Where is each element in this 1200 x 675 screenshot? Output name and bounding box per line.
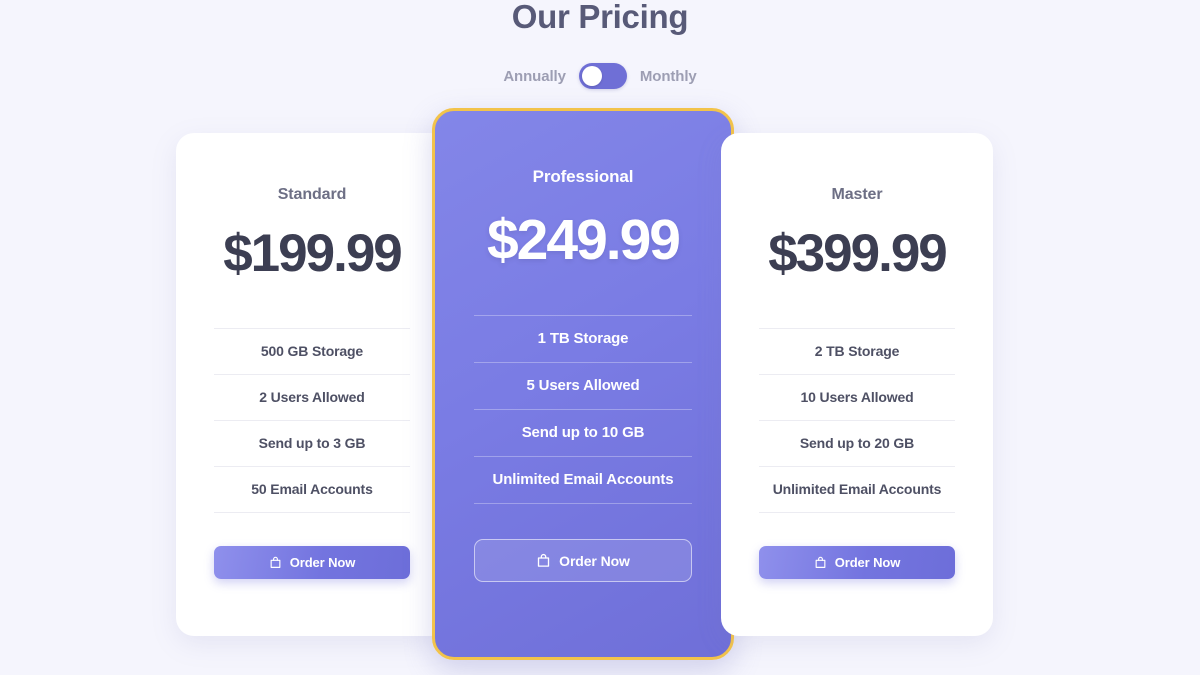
feature-item: Send up to 3 GB — [214, 420, 410, 466]
pricing-card-master[interactable]: Master $399.99 2 TB Storage 10 Users All… — [721, 133, 993, 636]
feature-item: 1 TB Storage — [474, 315, 692, 362]
feature-item: Send up to 10 GB — [474, 409, 692, 456]
order-now-label: Order Now — [290, 555, 356, 570]
plan-name: Standard — [278, 186, 347, 204]
order-now-button[interactable]: Order Now — [759, 546, 955, 579]
feature-item: 2 TB Storage — [759, 328, 955, 374]
feature-item: Send up to 20 GB — [759, 420, 955, 466]
shopping-bag-icon — [269, 556, 282, 569]
feature-item: 5 Users Allowed — [474, 362, 692, 409]
feature-item: Unlimited Email Accounts — [474, 456, 692, 504]
pricing-card-standard[interactable]: Standard $199.99 500 GB Storage 2 Users … — [176, 133, 448, 636]
feature-list: 1 TB Storage 5 Users Allowed Send up to … — [474, 315, 692, 504]
feature-item: 10 Users Allowed — [759, 374, 955, 420]
order-now-button[interactable]: Order Now — [474, 539, 692, 582]
plan-name: Professional — [533, 167, 634, 187]
order-now-label: Order Now — [559, 553, 630, 569]
feature-item: 2 Users Allowed — [214, 374, 410, 420]
shopping-bag-icon — [814, 556, 827, 569]
order-now-button[interactable]: Order Now — [214, 546, 410, 579]
plan-price: $249.99 — [487, 212, 679, 269]
plan-name: Master — [832, 186, 883, 204]
feature-item: 50 Email Accounts — [214, 466, 410, 513]
plan-price: $399.99 — [768, 227, 946, 280]
plan-price: $199.99 — [223, 227, 401, 280]
shopping-bag-icon — [536, 553, 551, 568]
feature-list: 2 TB Storage 10 Users Allowed Send up to… — [759, 328, 955, 513]
pricing-card-professional[interactable]: Professional $249.99 1 TB Storage 5 User… — [432, 108, 734, 660]
feature-item: Unlimited Email Accounts — [759, 466, 955, 513]
order-now-label: Order Now — [835, 555, 901, 570]
pricing-card-list: Standard $199.99 500 GB Storage 2 Users … — [0, 0, 1200, 675]
feature-list: 500 GB Storage 2 Users Allowed Send up t… — [214, 328, 410, 513]
feature-item: 500 GB Storage — [214, 328, 410, 374]
pricing-page: Our Pricing Annually Monthly Standard $1… — [0, 0, 1200, 675]
